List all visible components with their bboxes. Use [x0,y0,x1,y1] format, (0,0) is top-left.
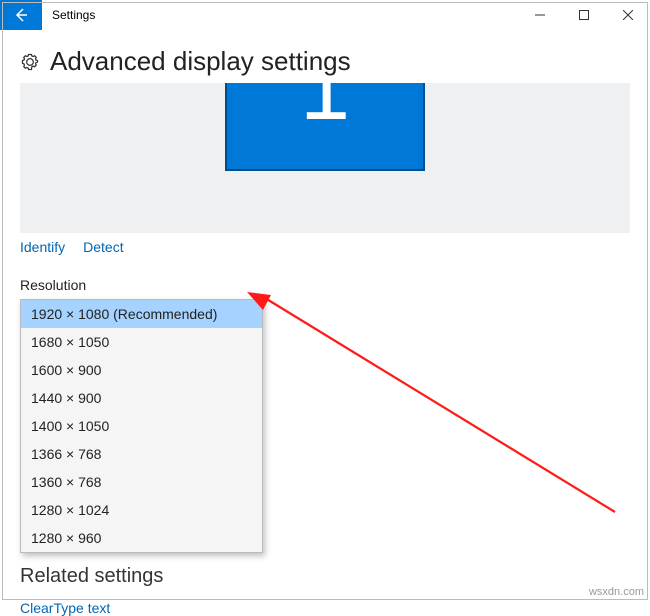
related-settings-heading: Related settings [20,565,630,588]
cleartype-link[interactable]: ClearType text [20,600,630,616]
detect-link[interactable]: Detect [83,239,123,255]
back-button[interactable] [0,0,42,30]
resolution-option[interactable]: 1680 × 1050 [21,328,262,356]
maximize-button[interactable] [562,0,606,30]
close-icon [623,10,633,20]
resolution-option[interactable]: 1440 × 900 [21,384,262,412]
window-title: Settings [42,0,95,30]
resolution-option[interactable]: 1600 × 900 [21,356,262,384]
resolution-dropdown[interactable]: 1920 × 1080 (Recommended) 1680 × 1050 16… [20,299,263,553]
resolution-option[interactable]: 1366 × 768 [21,440,262,468]
resolution-option[interactable]: 1920 × 1080 (Recommended) [21,300,262,328]
minimize-icon [535,10,545,20]
page-title: Advanced display settings [50,46,351,77]
resolution-option[interactable]: 1360 × 768 [21,468,262,496]
resolution-label: Resolution [20,277,630,293]
resolution-option[interactable]: 1280 × 960 [21,524,262,552]
back-arrow-icon [13,7,29,23]
monitor-number: 1 [300,83,350,134]
minimize-button[interactable] [518,0,562,30]
resolution-option[interactable]: 1400 × 1050 [21,412,262,440]
display-preview-area: 1 [20,83,630,233]
watermark: wsxdn.com [589,586,644,598]
resolution-option[interactable]: 1280 × 1024 [21,496,262,524]
maximize-icon [579,10,589,20]
close-button[interactable] [606,0,650,30]
identify-link[interactable]: Identify [20,239,65,255]
gear-icon [20,52,40,72]
titlebar: Settings [0,0,650,30]
monitor-tile-1[interactable]: 1 [225,83,425,171]
